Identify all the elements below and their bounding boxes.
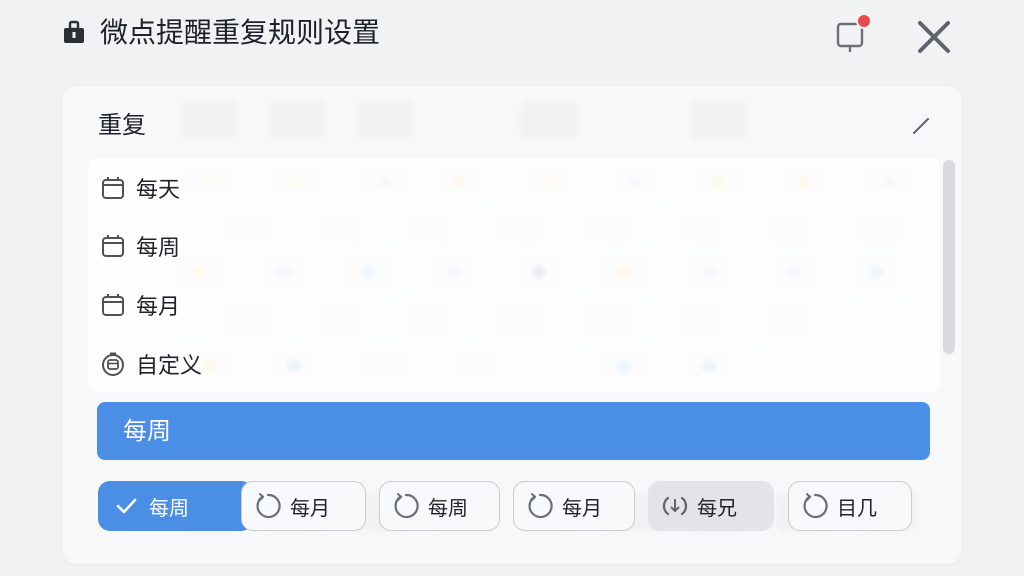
- window-title: 微点提醒重复规则设置: [100, 16, 381, 49]
- selected-repeat-field[interactable]: 每周: [97, 402, 930, 460]
- repeat-circle-icon: [394, 493, 419, 519]
- option-label: 自定义: [136, 354, 203, 379]
- repeat-circle-icon: [803, 493, 828, 519]
- option-daily[interactable]: 每天: [100, 168, 180, 208]
- chip-label: 每周: [149, 495, 189, 520]
- selected-repeat-value: 每周: [123, 417, 171, 445]
- chip-label: 每月: [290, 495, 330, 520]
- chip-label: 目几: [837, 495, 877, 520]
- close-button[interactable]: [912, 14, 956, 58]
- notification-badge-icon: [836, 13, 872, 52]
- dropdown-scrollbar[interactable]: [943, 160, 955, 354]
- chip-monthly[interactable]: 每月: [241, 481, 366, 531]
- title-bar: 微点提醒重复规则设置: [0, 0, 1024, 72]
- calendar-icon: [102, 294, 124, 316]
- chip-muted[interactable]: 每兄: [648, 481, 774, 531]
- chip-label: 每月: [562, 495, 602, 520]
- chip-weekly[interactable]: 每周: [379, 481, 500, 531]
- option-custom[interactable]: 自定义: [100, 344, 202, 384]
- briefcase-icon: [64, 20, 84, 43]
- repeat-options-dropdown: [88, 158, 940, 392]
- close-icon: [918, 21, 950, 53]
- notification-button[interactable]: [832, 12, 872, 56]
- calendar-icon: [102, 235, 124, 257]
- option-label: 每天: [136, 178, 181, 203]
- chip-custom[interactable]: 目几: [788, 481, 912, 531]
- chip-label: 每兄: [697, 495, 737, 520]
- option-label: 每月: [136, 295, 181, 320]
- check-icon: [116, 498, 137, 514]
- chip-monthly-2[interactable]: 每月: [513, 481, 635, 531]
- chip-weekly-active[interactable]: 每周: [98, 481, 253, 531]
- option-weekly[interactable]: 每周: [100, 226, 180, 266]
- repeat-circle-icon: [528, 493, 553, 519]
- custom-schedule-icon: [102, 352, 124, 376]
- repeat-section-title: 重复: [98, 111, 146, 139]
- option-monthly[interactable]: 每月: [100, 285, 180, 325]
- repeat-circle-icon: [256, 493, 281, 519]
- option-label: 每周: [136, 236, 181, 261]
- edit-pencil-icon[interactable]: [910, 116, 932, 136]
- chip-label: 每周: [428, 495, 468, 520]
- download-circle-icon: [662, 496, 688, 516]
- calendar-icon: [102, 177, 124, 199]
